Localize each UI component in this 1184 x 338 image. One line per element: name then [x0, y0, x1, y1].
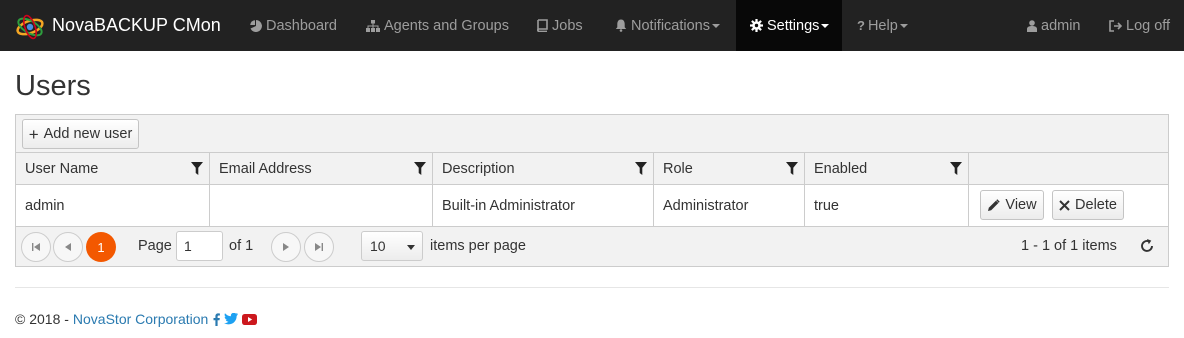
- grid-pager: 1 Page of 1 10 items per page 1 - 1 of 1…: [16, 227, 1168, 266]
- nav-agents-groups-label: Agents and Groups: [384, 17, 509, 34]
- filter-icon[interactable]: [414, 162, 426, 179]
- twitter-icon[interactable]: [224, 313, 239, 325]
- grid-header: User Name Email Address Description Role…: [16, 153, 1168, 185]
- nav-jobs-label: Jobs: [552, 17, 583, 34]
- page-label: Page: [138, 238, 172, 254]
- items-per-page-label: items per page: [430, 238, 526, 254]
- sign-out-icon: [1109, 19, 1122, 32]
- nav-settings-label: Settings: [767, 17, 820, 34]
- brand[interactable]: NovaBACKUP CMon: [14, 0, 221, 51]
- prev-page-button[interactable]: [53, 232, 83, 262]
- column-title: Email Address: [219, 160, 312, 177]
- nav-user-label: admin: [1041, 17, 1081, 34]
- chevron-down-icon: [821, 23, 830, 28]
- social-links: [213, 312, 261, 326]
- column-header-email[interactable]: Email Address: [210, 153, 433, 184]
- cell-enabled: true: [805, 185, 969, 226]
- refresh-icon[interactable]: [1139, 238, 1155, 257]
- nav-settings[interactable]: Settings: [736, 0, 842, 51]
- pager-summary: 1 - 1 of 1 items: [1021, 238, 1117, 254]
- page-title: Users: [15, 70, 91, 102]
- cell-email: [210, 185, 433, 226]
- app-title: NovaBACKUP CMon: [52, 15, 221, 35]
- nav-help-label: Help: [867, 17, 898, 34]
- copyright-text: © 2018 -: [15, 311, 69, 327]
- delete-button[interactable]: Delete: [1052, 190, 1124, 220]
- column-title: User Name: [25, 160, 99, 177]
- table-row[interactable]: admin Built-in Administrator Administrat…: [16, 185, 1168, 227]
- youtube-icon[interactable]: [242, 313, 258, 325]
- cell-user-name: admin: [16, 185, 210, 226]
- cell-role: Administrator: [654, 185, 805, 226]
- view-button[interactable]: View: [980, 190, 1044, 220]
- column-title: Description: [442, 160, 515, 177]
- nav-help[interactable]: ? Help: [848, 0, 917, 51]
- last-page-button[interactable]: [304, 232, 334, 262]
- nav-jobs[interactable]: Jobs: [527, 0, 592, 51]
- footer-divider: [15, 287, 1169, 288]
- current-page-button[interactable]: 1: [86, 232, 116, 262]
- filter-icon[interactable]: [786, 162, 798, 179]
- users-grid: + Add new user User Name Email Address D…: [15, 114, 1169, 267]
- nav-dashboard-label: Dashboard: [266, 17, 337, 34]
- column-header-description[interactable]: Description: [433, 153, 654, 184]
- nav-notifications[interactable]: Notifications: [606, 0, 729, 51]
- gear-icon: [750, 19, 763, 32]
- top-navbar: NovaBACKUP CMon Dashboard Agents and Gro…: [0, 0, 1184, 51]
- chevron-down-icon: [407, 245, 415, 250]
- view-label: View: [1005, 197, 1037, 213]
- filter-icon[interactable]: [950, 162, 962, 179]
- column-header-enabled[interactable]: Enabled: [805, 153, 969, 184]
- user-icon: [1027, 19, 1037, 32]
- column-header-user-name[interactable]: User Name: [16, 153, 210, 184]
- nav-notifications-label: Notifications: [631, 17, 710, 34]
- company-link[interactable]: NovaStor Corporation: [73, 311, 208, 327]
- facebook-icon[interactable]: [213, 312, 221, 326]
- novabackup-logo-icon: [16, 14, 44, 39]
- page-number-input[interactable]: [176, 231, 223, 261]
- column-header-role[interactable]: Role: [654, 153, 805, 184]
- nav-user[interactable]: admin: [1018, 0, 1090, 51]
- column-title: Role: [663, 160, 693, 177]
- sitemap-icon: [366, 19, 380, 32]
- page-size-select[interactable]: 10: [361, 231, 423, 261]
- pie-chart-icon: [250, 19, 262, 32]
- bell-icon: [615, 19, 627, 32]
- delete-label: Delete: [1075, 197, 1117, 213]
- question-icon: ?: [857, 18, 865, 33]
- nav-logoff-label: Log off: [1126, 17, 1171, 34]
- page-size-value: 10: [370, 238, 386, 254]
- plus-icon: +: [28, 124, 39, 144]
- filter-icon[interactable]: [635, 162, 647, 179]
- chevron-down-icon: [899, 23, 908, 28]
- chevron-down-icon: [711, 23, 720, 28]
- cell-description: Built-in Administrator: [433, 185, 654, 226]
- nav-dashboard[interactable]: Dashboard: [241, 0, 346, 51]
- first-page-button[interactable]: [21, 232, 51, 262]
- next-page-button[interactable]: [271, 232, 301, 262]
- footer: © 2018 - NovaStor Corporation: [15, 311, 261, 327]
- grid-toolbar: + Add new user: [16, 115, 1168, 153]
- column-title: Enabled: [814, 160, 868, 177]
- pencil-icon: [987, 198, 1001, 212]
- close-icon: [1059, 199, 1070, 211]
- nav-logoff[interactable]: Log off: [1100, 0, 1179, 51]
- add-user-label: Add new user: [43, 126, 133, 142]
- of-pages-label: of 1: [229, 238, 254, 254]
- add-user-button[interactable]: + Add new user: [22, 119, 139, 149]
- filter-icon[interactable]: [191, 162, 203, 179]
- book-icon: [536, 19, 548, 32]
- nav-agents-groups[interactable]: Agents and Groups: [357, 0, 518, 51]
